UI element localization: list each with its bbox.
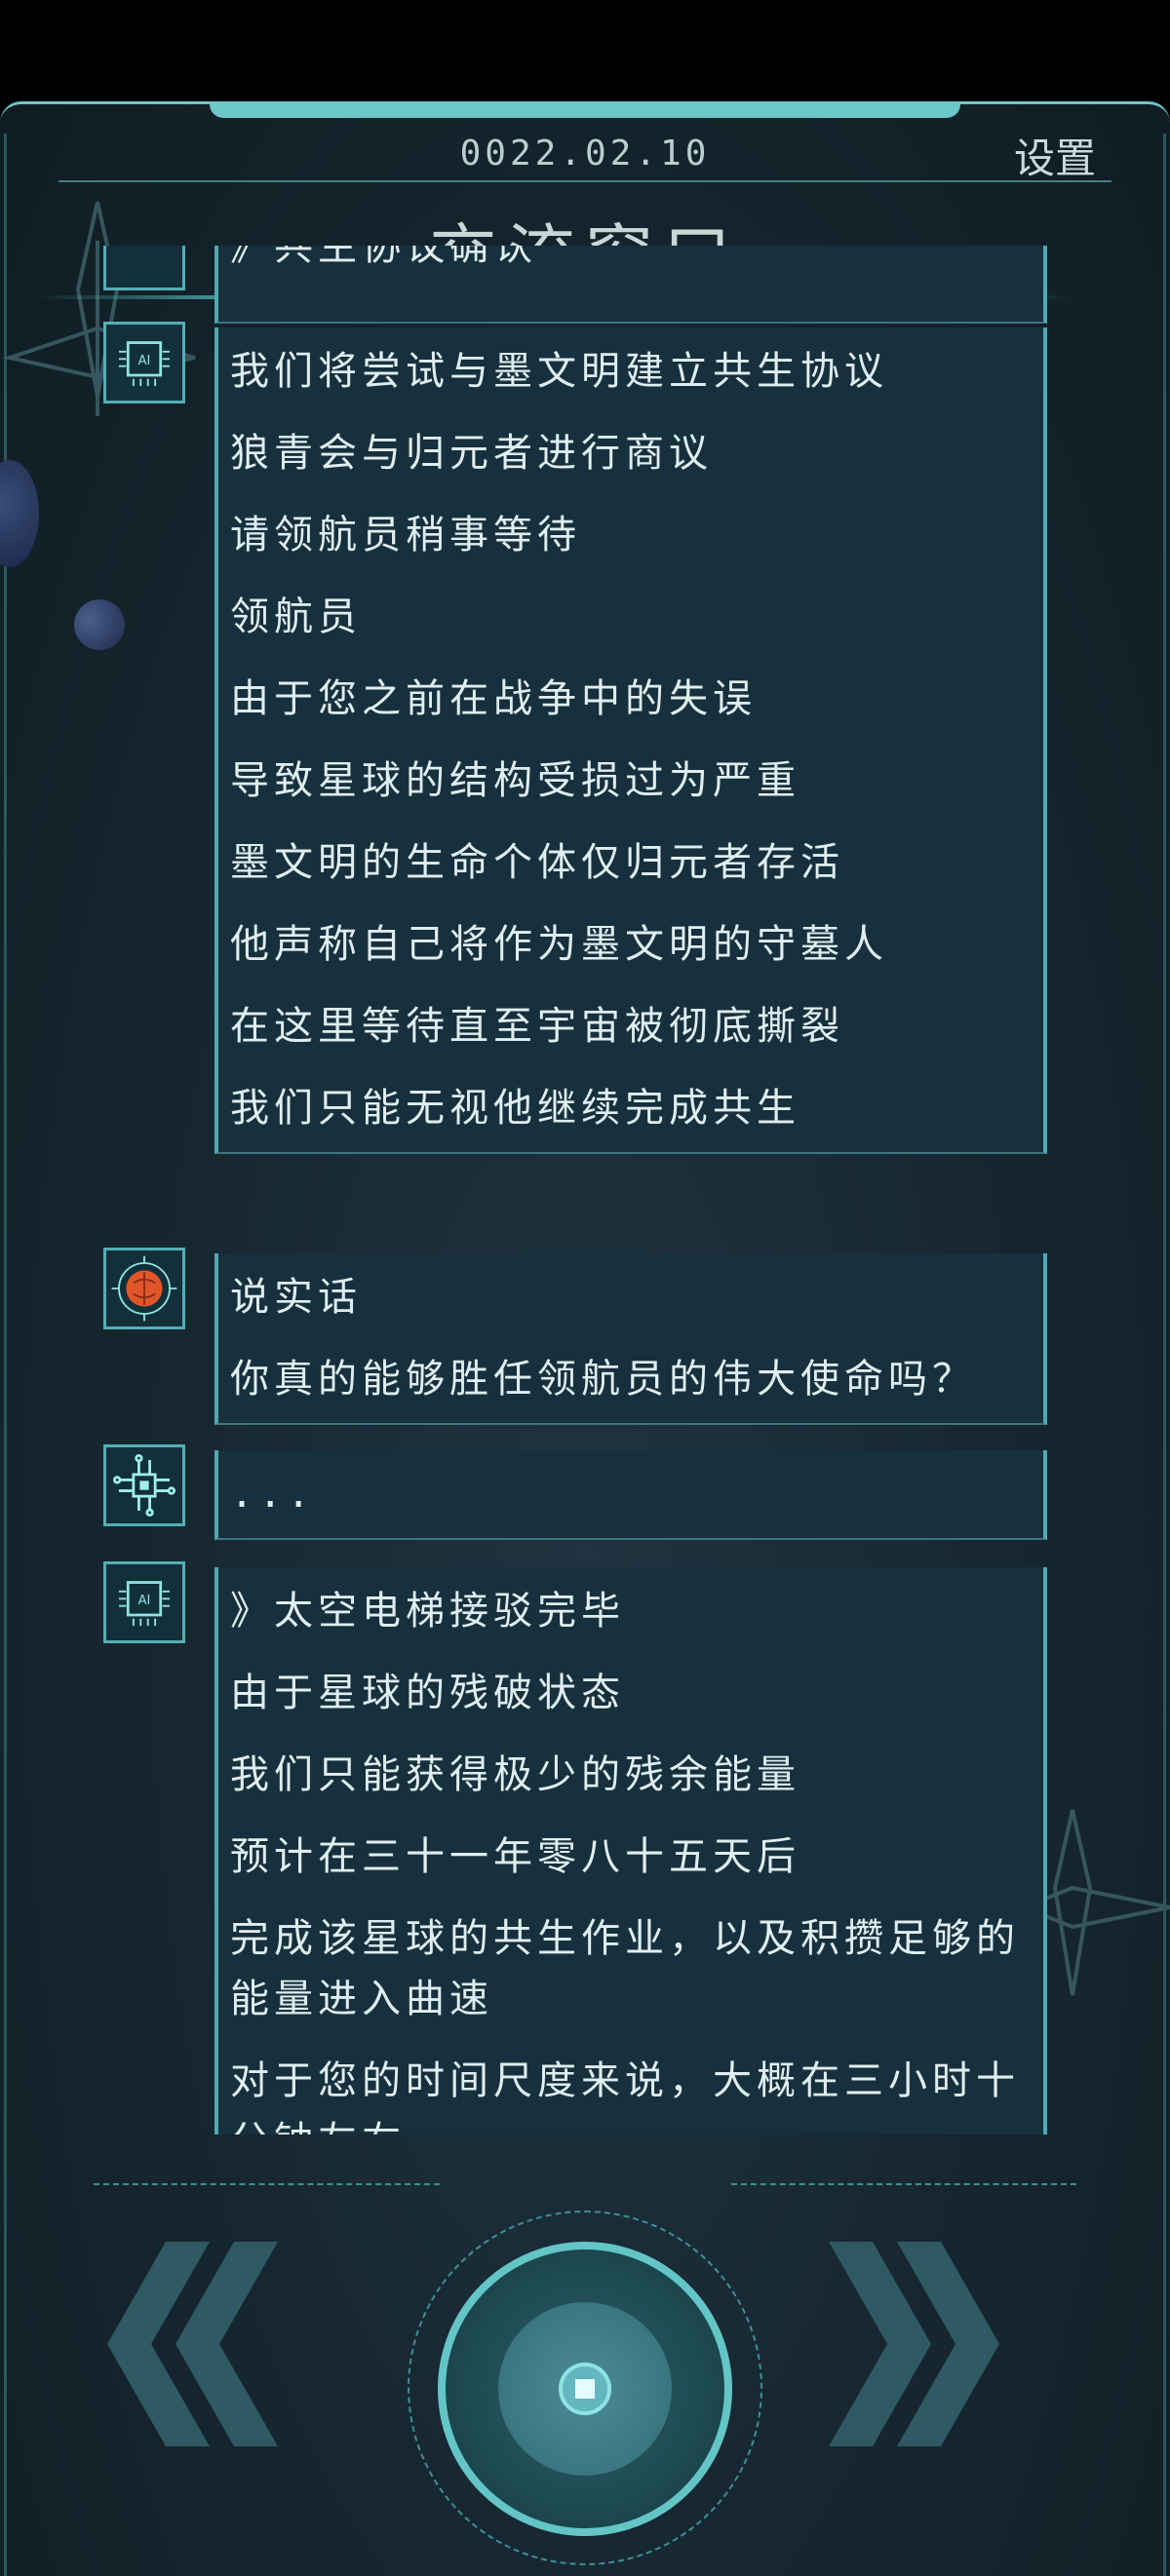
message-bubble: 墨文明的生命个体仅归元者存活 xyxy=(214,819,1047,908)
message-text: 完成该星球的共生作业，以及积攒足够的能量进入曲速 xyxy=(230,1916,1020,2021)
circuit-chip-icon xyxy=(112,1453,176,1518)
message-bubble: 请领航员稍事等待 xyxy=(214,491,1047,581)
game-date: 0022.02.10 xyxy=(459,134,711,173)
message-bubble: 我们只能获得极少的残余能量 xyxy=(214,1731,1047,1821)
message-text: 墨文明的生命个体仅归元者存活 xyxy=(230,840,844,885)
footer-controls xyxy=(0,2144,1170,2565)
home-button[interactable] xyxy=(438,2242,732,2536)
message-text: 你真的能够胜任领航员的伟大使命吗？ xyxy=(230,1357,976,1402)
message-bubble: 在这里等待直至宇宙被彻底撕裂 xyxy=(214,982,1047,1072)
brain-avatar xyxy=(103,1248,185,1329)
message-text: 预计在三十一年零八十五天后 xyxy=(230,1834,800,1879)
circuit-chip-avatar xyxy=(103,1444,185,1526)
message-bubble: ... xyxy=(214,1450,1047,1540)
ai-chip-avatar: AI xyxy=(103,322,185,404)
ai-chip-avatar: AI xyxy=(103,1561,185,1643)
message-text: 》共生协议确认 xyxy=(230,246,537,269)
message-bubble: 由于星球的残破状态 xyxy=(214,1649,1047,1739)
message-text: 我们将尝试与墨文明建立共生协议 xyxy=(230,349,888,394)
message-text: 导致星球的结构受损过为严重 xyxy=(230,758,800,803)
message-bubble: 说实话 xyxy=(214,1253,1047,1343)
ai-chip-icon: AI xyxy=(119,1581,170,1627)
svg-text:AI: AI xyxy=(138,354,151,368)
message-bubble: 》太空电梯接驳完毕 xyxy=(214,1567,1047,1657)
message-text: 狼青会与归元者进行商议 xyxy=(230,431,713,476)
message-bubble-partial: 》共生协议确认 xyxy=(214,246,1047,324)
message-bubble: 狼青会与归元者进行商议 xyxy=(214,409,1047,499)
footer-dashed-line xyxy=(94,2183,440,2185)
message-text: 我们只能获得极少的残余能量 xyxy=(230,1752,800,1797)
frame-top-glow xyxy=(210,104,960,118)
message-text: ... xyxy=(230,1472,316,1517)
message-bubble: 我们只能无视他继续完成共生 xyxy=(214,1064,1047,1154)
message-text: 在这里等待直至宇宙被彻底撕裂 xyxy=(230,1004,844,1049)
message-text: 由于星球的残破状态 xyxy=(230,1671,625,1715)
message-bubble: 你真的能够胜任领航员的伟大使命吗？ xyxy=(214,1335,1047,1425)
message-text: 》太空电梯接驳完毕 xyxy=(230,1589,625,1634)
double-chevron-right-icon[interactable] xyxy=(819,2232,1063,2456)
message-bubble: 预计在三十一年零八十五天后 xyxy=(214,1813,1047,1903)
message-text: 请领航员稍事等待 xyxy=(230,513,581,557)
header-divider xyxy=(58,180,1112,182)
message-text: 我们只能无视他继续完成共生 xyxy=(230,1086,800,1131)
message-text: 由于您之前在战争中的失误 xyxy=(230,676,757,721)
message-bubble: 完成该星球的共生作业，以及积攒足够的能量进入曲速 xyxy=(214,1895,1047,2045)
message-text: 他声称自己将作为墨文明的守墓人 xyxy=(230,922,888,967)
chat-log[interactable]: AI 我们将尝试与墨文明建立共生协议 狼青会与归元者进行商议 请领航员稍事等待 … xyxy=(0,244,1170,2134)
message-bubble: 我们将尝试与墨文明建立共生协议 xyxy=(214,327,1047,417)
message-text: 对于您的时间尺度来说，大概在三小时十分钟左右 xyxy=(230,2058,1020,2134)
settings-button[interactable]: 设置 xyxy=(1014,126,1096,185)
home-button-inner xyxy=(498,2302,672,2476)
footer-dashed-line xyxy=(731,2183,1076,2185)
message-bubble: 他声称自己将作为墨文明的守墓人 xyxy=(214,901,1047,990)
ai-chip-avatar xyxy=(103,246,185,290)
message-bubble: 对于您的时间尺度来说，大概在三小时十分钟左右 xyxy=(214,2037,1047,2134)
message-text: 领航员 xyxy=(230,595,362,639)
message-bubble: 领航员 xyxy=(214,573,1047,663)
message-bubble: 由于您之前在战争中的失误 xyxy=(214,655,1047,745)
svg-text:AI: AI xyxy=(138,1594,151,1608)
brain-icon xyxy=(111,1255,177,1322)
message-bubble: 导致星球的结构受损过为严重 xyxy=(214,737,1047,827)
double-chevron-left-icon[interactable] xyxy=(107,2232,351,2456)
message-text: 说实话 xyxy=(230,1275,362,1320)
ai-chip-icon: AI xyxy=(119,341,170,387)
home-button-icon xyxy=(559,2363,611,2415)
